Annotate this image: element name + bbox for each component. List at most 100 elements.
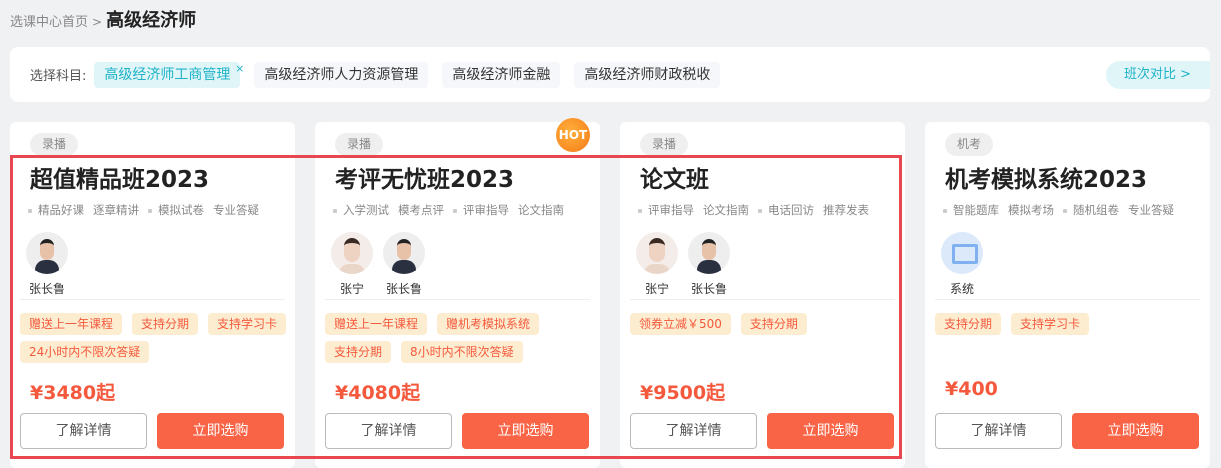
subject-filter-label: 选择科目: <box>30 69 87 84</box>
feature-list: 精品好课 逐章精讲 模拟试卷 专业答疑 <box>28 202 259 218</box>
teacher[interactable]: 张长鲁 <box>383 232 425 297</box>
price: ¥3480起 <box>30 382 116 404</box>
avatar <box>331 232 373 274</box>
details-button[interactable]: 了解详情 <box>20 413 147 449</box>
course-title: 论文班 <box>640 167 709 193</box>
subject-chip-label: 高级经济师工商管理 <box>104 66 231 83</box>
compare-classes-button[interactable]: 班次对比 > <box>1106 61 1210 89</box>
course-card: 录播论文班评审指导 论文指南 电话回访 推荐发表张宁 张长鲁领券立减￥500 支持分期 ¥9… <box>620 122 905 468</box>
feature-item: 推荐发表 <box>823 203 869 217</box>
course-card: 录播 超值精品班2023 精品好课 逐章精讲 模拟试卷 专业答疑 张长鲁 赠送上一年课程 支持分… <box>10 122 295 468</box>
buy-now-button[interactable]: 立即选购 <box>767 413 894 449</box>
details-button[interactable]: 了解详情 <box>630 413 757 449</box>
benefit-tag: 支持学习卡 <box>208 313 287 335</box>
price: ¥4080起 <box>335 382 421 404</box>
feature-item: 模考点评 <box>398 203 444 217</box>
teacher[interactable]: 张长鲁 <box>688 232 730 297</box>
feature-item: 评审指导 <box>638 202 694 218</box>
teacher-name: 系统 <box>949 282 974 296</box>
feature-item: 论文指南 <box>703 203 749 217</box>
subject-filter: 选择科目: 高级经济师工商管理 × 高级经济师人力资源管理 高级经济师金融 高级经… <box>10 47 1210 102</box>
benefit-tag: 8小时内不限次答疑 <box>401 341 523 363</box>
details-button[interactable]: 了解详情 <box>935 413 1062 449</box>
benefit-tag: 24小时内不限次答疑 <box>20 341 150 363</box>
divider <box>630 299 895 300</box>
details-button[interactable]: 了解详情 <box>325 413 452 449</box>
subject-chip[interactable]: 高级经济师财政税收 <box>574 61 721 88</box>
teacher[interactable]: 张宁 <box>331 232 373 297</box>
teacher-list: 张宁 张长鲁 <box>331 232 425 297</box>
buy-now-button[interactable]: 立即选购 <box>1072 413 1199 449</box>
feature-item: 电话回访 <box>758 202 814 218</box>
feature-item: 模拟试卷 <box>148 202 204 218</box>
course-card: 机考机考模拟系统2023 智能题库 模拟考场 随机组卷 专业答疑系统支持分期 支持学习卡 ¥… <box>925 122 1210 468</box>
divider <box>20 299 285 300</box>
tag-list: 赠送上一年课程 赠机考模拟系统支持分期 8小时内不限次答疑 <box>325 313 595 363</box>
divider <box>325 299 590 300</box>
subject-chip[interactable]: 高级经济师人力资源管理 <box>254 61 429 88</box>
teacher[interactable]: 系统 <box>941 232 983 297</box>
teacher-name: 张宁 <box>644 282 669 296</box>
avatar <box>26 232 68 274</box>
course-type-badge: 机考 <box>945 133 994 156</box>
teacher[interactable]: 张长鲁 <box>26 232 68 297</box>
benefit-tag: 支持学习卡 <box>1011 313 1090 335</box>
buy-now-button[interactable]: 立即选购 <box>462 413 589 449</box>
benefit-tag: 支持分期 <box>132 313 199 335</box>
benefit-tag: 领券立减￥500 <box>630 313 731 335</box>
feature-item: 智能题库 <box>943 202 999 218</box>
teacher[interactable]: 张宁 <box>636 232 678 297</box>
breadcrumb-home-link[interactable]: 选课中心首页 <box>10 11 88 30</box>
breadcrumb-separator: > <box>92 15 103 29</box>
tag-list: 领券立减￥500 支持分期 <box>630 313 900 335</box>
feature-item: 精品好课 <box>28 202 84 218</box>
teacher-name: 张长鲁 <box>385 282 422 296</box>
teacher-list: 系统 <box>941 232 983 297</box>
course-card: 录播 HOT 考评无忧班2023 入学测试 模考点评 评审指导 论文指南张宁 张长鲁赠送上一年… <box>315 118 600 468</box>
price: ¥400 <box>945 378 998 400</box>
buy-now-button[interactable]: 立即选购 <box>157 413 284 449</box>
avatar <box>941 232 983 274</box>
close-icon[interactable]: × <box>235 56 244 82</box>
tag-list: 支持分期 支持学习卡 <box>935 313 1205 335</box>
feature-item: 入学测试 <box>333 202 389 218</box>
subject-chip-selected[interactable]: 高级经济师工商管理 × <box>94 61 244 88</box>
benefit-tag: 赠机考模拟系统 <box>437 313 540 335</box>
teacher-name: 张长鲁 <box>28 282 65 296</box>
price: ¥9500起 <box>640 382 726 404</box>
teacher-list: 张长鲁 <box>26 232 68 297</box>
feature-item: 随机组卷 <box>1063 202 1119 218</box>
benefit-tag: 赠送上一年课程 <box>20 313 123 335</box>
feature-list: 智能题库 模拟考场 随机组卷 专业答疑 <box>943 202 1174 218</box>
feature-list: 入学测试 模考点评 评审指导 论文指南 <box>333 202 564 218</box>
feature-item: 模拟考场 <box>1008 203 1054 217</box>
feature-item: 评审指导 <box>453 202 509 218</box>
benefit-tag: 支持分期 <box>935 313 1002 335</box>
course-title: 超值精品班2023 <box>30 167 210 193</box>
tag-list: 赠送上一年课程 支持分期 支持学习卡 24小时内不限次答疑 <box>20 313 290 363</box>
feature-item: 专业答疑 <box>213 203 259 217</box>
course-type-badge: 录播 <box>30 133 79 156</box>
feature-list: 评审指导 论文指南 电话回访 推荐发表 <box>638 202 869 218</box>
teacher-name: 张长鲁 <box>690 282 727 296</box>
course-type-badge: 录播 <box>335 133 384 156</box>
subject-chip[interactable]: 高级经济师金融 <box>442 61 561 88</box>
benefit-tag: 赠送上一年课程 <box>325 313 428 335</box>
feature-item: 逐章精讲 <box>93 203 139 217</box>
benefit-tag: 支持分期 <box>325 341 392 363</box>
avatar <box>636 232 678 274</box>
teacher-list: 张宁 张长鲁 <box>636 232 730 297</box>
course-title: 考评无忧班2023 <box>335 167 515 193</box>
hot-icon: HOT <box>556 118 590 152</box>
page-title: 高级经济师 <box>106 10 197 31</box>
benefit-tag: 支持分期 <box>740 313 807 335</box>
breadcrumb: 选课中心首页 > 高级经济师 <box>10 6 196 32</box>
avatar <box>383 232 425 274</box>
course-title: 机考模拟系统2023 <box>945 167 1148 193</box>
avatar <box>688 232 730 274</box>
teacher-name: 张宁 <box>339 282 364 296</box>
divider <box>935 299 1200 300</box>
feature-item: 专业答疑 <box>1128 203 1174 217</box>
course-type-badge: 录播 <box>640 133 689 156</box>
feature-item: 论文指南 <box>518 203 564 217</box>
